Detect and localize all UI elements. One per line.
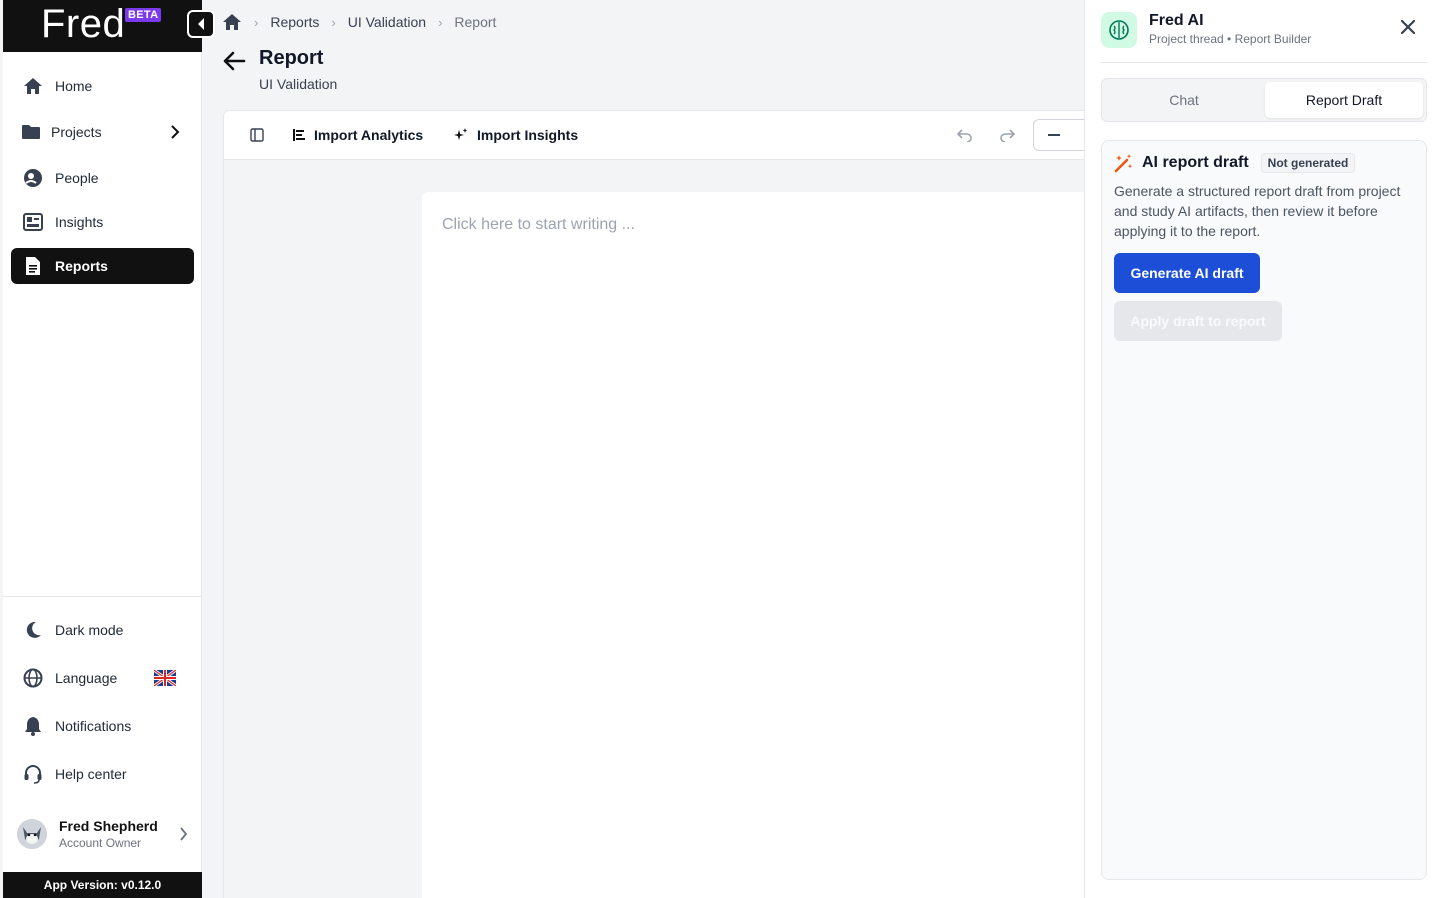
tab-chat[interactable]: Chat [1105, 82, 1263, 118]
sidebar: Fred BETA Home Projects People Insights … [3, 0, 215, 898]
import-analytics-label: Import Analytics [314, 127, 424, 143]
beta-badge: BETA [125, 8, 162, 22]
sidebar-item-label: Projects [51, 124, 102, 140]
breadcrumb-report: Report [454, 14, 497, 30]
minus-icon[interactable] [1048, 134, 1060, 136]
sidebar-item-reports[interactable]: Reports [11, 248, 194, 284]
sidebar-item-help-center[interactable]: Help center [11, 756, 194, 792]
panel-subtitle: Project thread • Report Builder [1149, 32, 1312, 46]
globe-icon [23, 668, 43, 688]
fred-ai-panel: Fred AI Project thread • Report Builder … [1084, 0, 1446, 898]
sidebar-item-projects[interactable]: Projects [11, 114, 194, 150]
sidebar-item-label: Notifications [55, 718, 132, 734]
sidebar-item-label: Home [55, 78, 93, 94]
magic-wand-icon [1114, 154, 1133, 173]
status-badge: Not generated [1260, 153, 1356, 173]
sidebar-item-label: Help center [55, 766, 127, 782]
undo-icon[interactable] [957, 128, 973, 142]
breadcrumb-reports[interactable]: Reports [270, 14, 319, 30]
draft-header: AI report draft Not generated [1114, 153, 1356, 173]
sidebar-item-people[interactable]: People [11, 160, 194, 196]
apply-draft-button[interactable]: Apply draft to report [1114, 301, 1282, 341]
home-icon [23, 76, 43, 96]
editor-placeholder[interactable]: Click here to start writing ... [442, 216, 635, 234]
fred-ai-logo [1101, 12, 1137, 48]
app-logo[interactable]: Fred [41, 2, 125, 47]
sidebar-item-label: People [55, 170, 99, 186]
page-title: Report [259, 47, 324, 69]
sidebar-divider [3, 596, 202, 597]
draft-title: AI report draft [1142, 154, 1249, 171]
app-version: App Version: v0.12.0 [3, 872, 202, 898]
sidebar-item-label: Dark mode [55, 622, 124, 638]
import-analytics-button[interactable]: Import Analytics [292, 123, 423, 147]
page-subtitle: UI Validation [259, 76, 338, 92]
uk-flag-icon[interactable] [154, 670, 176, 686]
redo-icon[interactable] [999, 128, 1015, 142]
panel-title: Fred AI [1149, 12, 1204, 29]
panel-tabs: Chat Report Draft [1101, 78, 1427, 122]
avatar [17, 819, 47, 849]
report-document[interactable]: Click here to start writing ... [422, 192, 1084, 898]
logo-bar: Fred BETA [3, 0, 202, 52]
import-insights-button[interactable]: Import Insights [453, 123, 578, 147]
panel-divider [1101, 62, 1427, 63]
people-icon [23, 168, 43, 188]
generate-ai-draft-button[interactable]: Generate AI draft [1114, 253, 1260, 293]
report-icon [23, 256, 43, 276]
moon-icon [23, 620, 43, 640]
ai-draft-card: AI report draft Not generated Generate a… [1101, 140, 1427, 880]
draft-description: Generate a structured report draft from … [1114, 183, 1401, 239]
user-profile[interactable]: Fred Shepherd Account Owner [11, 808, 194, 860]
sidebar-item-notifications[interactable]: Notifications [11, 708, 194, 744]
sparkles-icon [454, 128, 468, 140]
sidebar-item-label: Insights [55, 214, 104, 230]
chevron-right-icon: › [331, 14, 336, 30]
breadcrumb-ui-validation[interactable]: UI Validation [348, 14, 426, 30]
import-insights-label: Import Insights [477, 127, 579, 143]
collapse-sidebar-button[interactable] [187, 10, 215, 38]
user-name: Fred Shepherd [59, 818, 158, 834]
breadcrumb: › Reports › UI Validation › Report [222, 12, 496, 32]
headset-icon [23, 764, 43, 784]
folder-icon [21, 122, 41, 142]
home-icon[interactable] [222, 13, 242, 31]
sidebar-item-dark-mode[interactable]: Dark mode [11, 612, 194, 648]
bell-icon [23, 716, 43, 736]
sidebar-toggle-icon[interactable] [250, 128, 264, 142]
close-icon[interactable] [1401, 20, 1415, 34]
tab-report-draft[interactable]: Report Draft [1265, 82, 1423, 118]
back-arrow-icon[interactable] [222, 50, 246, 72]
sidebar-item-insights[interactable]: Insights [11, 204, 194, 240]
chevron-right-icon: › [254, 14, 259, 30]
chevron-right-icon[interactable] [179, 827, 188, 841]
insights-icon [23, 212, 43, 232]
sidebar-item-home[interactable]: Home [11, 68, 194, 104]
editor-toolbar: Import Analytics Import Insights [223, 110, 1093, 160]
sidebar-item-label: Reports [55, 258, 108, 274]
brain-icon [1109, 20, 1129, 40]
sidebar-item-language[interactable]: Language [11, 660, 194, 696]
chevron-left-icon [198, 18, 204, 30]
chevron-right-icon[interactable] [170, 125, 180, 139]
sidebar-item-label: Language [55, 670, 118, 686]
analytics-icon [293, 129, 305, 141]
user-role: Account Owner [59, 836, 142, 850]
chevron-right-icon: › [438, 14, 443, 30]
